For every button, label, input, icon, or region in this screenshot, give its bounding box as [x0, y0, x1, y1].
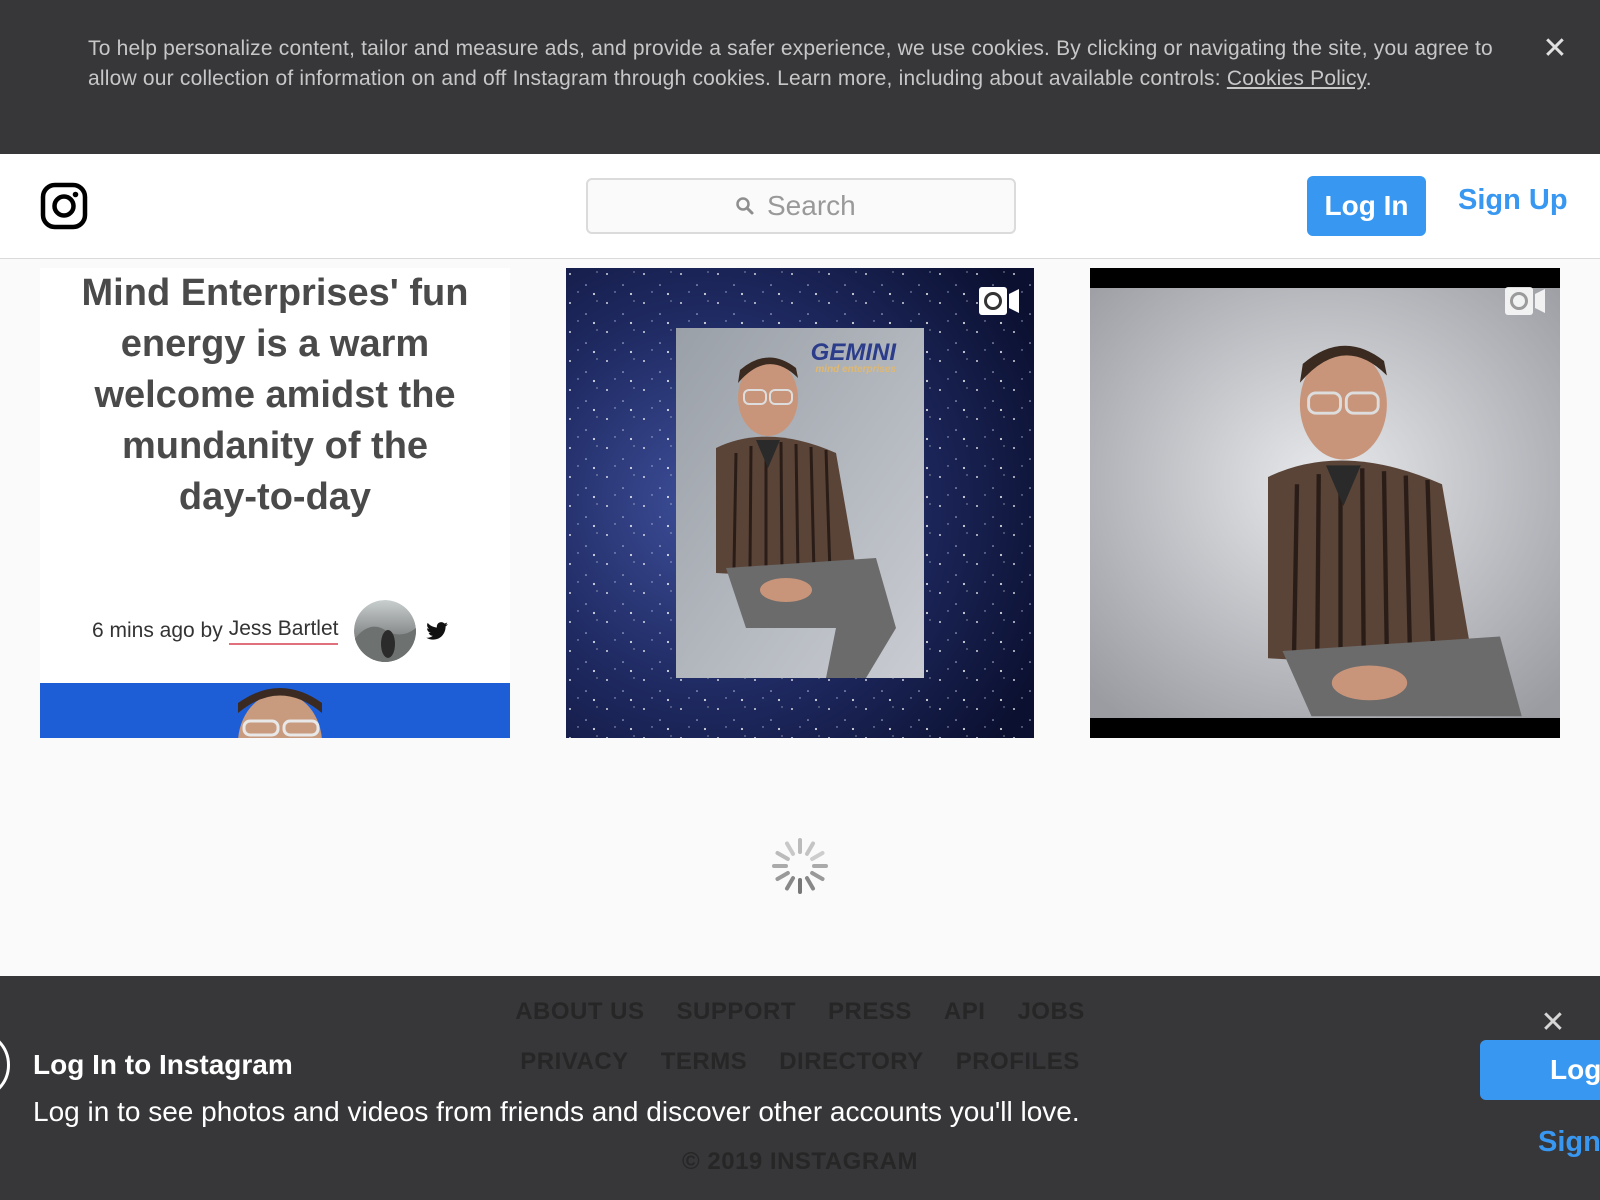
article-photo-strip — [40, 683, 510, 738]
sign-up-link[interactable]: Sign Up — [1458, 184, 1568, 217]
video-camera-icon — [1505, 287, 1545, 315]
video-thumbnail: GEMINI mind enterprises — [566, 268, 1034, 738]
login-prompt-log-in-button[interactable]: Log — [1480, 1040, 1600, 1100]
twitter-icon — [426, 622, 449, 640]
instagram-logo-icon[interactable] — [40, 182, 88, 230]
article-timestamp: 6 mins ago by — [92, 619, 223, 642]
footer-link-profiles[interactable]: PROFILES — [956, 1048, 1080, 1076]
footer-link-privacy[interactable]: PRIVACY — [520, 1048, 628, 1076]
author-avatar — [354, 600, 417, 662]
post-tile[interactable]: Mind Enterprises' fun energy is a warm w… — [40, 268, 510, 738]
login-prompt-sign-up-link[interactable]: Sign — [1538, 1126, 1600, 1159]
search-input[interactable] — [767, 190, 867, 222]
cookie-banner: To help personalize content, tailor and … — [0, 0, 1600, 154]
close-icon[interactable]: ✕ — [1538, 1008, 1568, 1038]
search-box[interactable] — [586, 178, 1016, 234]
footer-link-about-us[interactable]: ABOUT US — [515, 998, 644, 1026]
footer-link-directory[interactable]: DIRECTORY — [779, 1048, 924, 1076]
cookie-banner-text: To help personalize content, tailor and … — [88, 34, 1508, 94]
login-prompt-title: Log In to Instagram — [33, 1049, 293, 1080]
footer: ABOUT US SUPPORT PRESS API JOBS PRIVACY … — [0, 976, 1600, 1200]
footer-copyright: © 2019 INSTAGRAM — [682, 1148, 918, 1175]
post-tile[interactable]: GEMINI mind enterprises — [566, 268, 1034, 738]
post-tile[interactable] — [1090, 268, 1560, 738]
footer-link-terms[interactable]: TERMS — [661, 1048, 748, 1076]
video-thumbnail — [1090, 268, 1560, 738]
video-camera-icon — [979, 287, 1019, 315]
close-icon[interactable]: ✕ — [1540, 34, 1570, 64]
login-prompt-subtitle: Log in to see photos and videos from fri… — [33, 1096, 1080, 1127]
loading-spinner-icon — [772, 838, 828, 894]
footer-links-row: ABOUT US SUPPORT PRESS API JOBS — [0, 998, 1600, 1026]
article-meta: 6 mins ago by Jess Bartlet — [92, 600, 449, 662]
overlay-subtitle: mind enterprises — [815, 364, 896, 375]
search-icon — [736, 197, 754, 215]
cookies-policy-link[interactable]: Cookies Policy — [1227, 67, 1366, 90]
log-in-button[interactable]: Log In — [1307, 176, 1426, 236]
top-navigation: Log In Sign Up — [0, 154, 1600, 259]
footer-link-api[interactable]: API — [944, 998, 986, 1026]
article-photo — [40, 683, 510, 738]
overlay-brand: GEMINI — [811, 339, 898, 366]
footer-link-jobs[interactable]: JOBS — [1017, 998, 1084, 1026]
footer-link-support[interactable]: SUPPORT — [677, 998, 797, 1026]
article-headline: Mind Enterprises' fun energy is a warm w… — [81, 272, 469, 518]
article-author: Jess Bartlet — [228, 617, 339, 645]
cookie-banner-period: . — [1365, 67, 1372, 90]
footer-link-press[interactable]: PRESS — [828, 998, 912, 1026]
